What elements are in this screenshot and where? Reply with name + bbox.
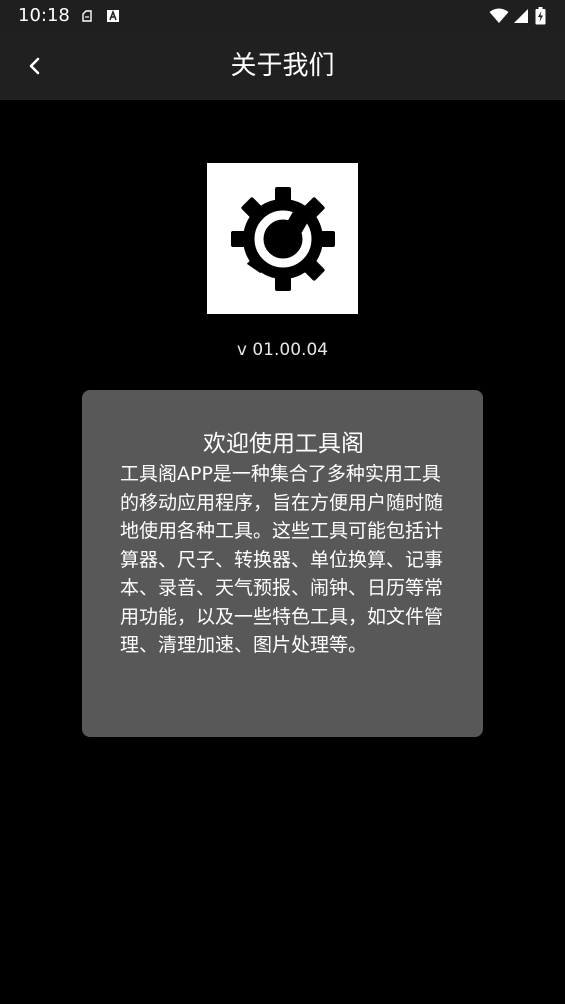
back-button[interactable] [14, 46, 54, 86]
battery-icon [533, 7, 547, 25]
wifi-icon [489, 7, 509, 25]
status-time: 10:18 [18, 5, 70, 26]
page-title: 关于我们 [230, 51, 335, 81]
about-card: 欢迎使用工具阁 工具阁APP是一种集合了多种实用工具的移动应用程序，旨在方便用户… [82, 390, 483, 737]
about-screen: 10:18 关于我们 v 01.00.04 欢迎使用工具阁 工具阁APP是一种集… [0, 0, 565, 1004]
card-title: 欢迎使用工具阁 [203, 431, 364, 457]
app-version: v 01.00.04 [236, 340, 329, 360]
notification-icon [78, 7, 96, 25]
app-bar: 关于我们 [0, 32, 565, 100]
status-bar: 10:18 [0, 0, 565, 32]
app-logo [207, 163, 358, 314]
card-description: 工具阁APP是一种集合了多种实用工具的移动应用程序，旨在方便用户随时随地使用各种… [120, 463, 444, 656]
gear-wrench-icon [230, 186, 335, 291]
cell-signal-icon [512, 7, 530, 25]
chevron-left-icon [29, 57, 40, 75]
app-notification-icon [104, 7, 122, 25]
